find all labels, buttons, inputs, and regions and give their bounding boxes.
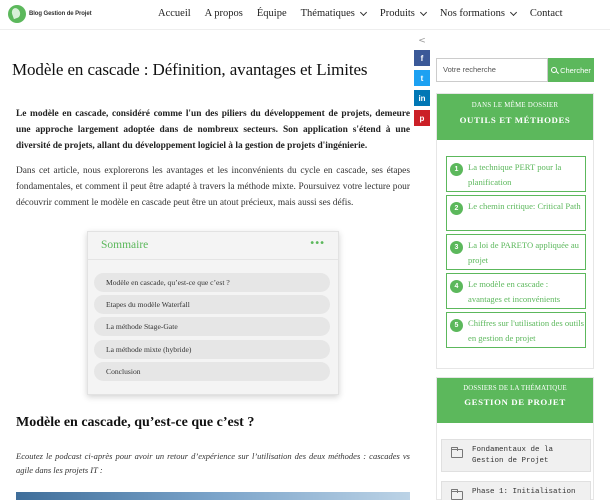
linkedin-share-button[interactable]: in [414,90,430,106]
logo-text: Blog Gestion de Projet [29,11,92,17]
pinterest-icon: p [419,113,425,123]
toc-item[interactable]: Modèle en cascade, qu’est-ce que c’est ? [94,273,330,292]
pinterest-share-button[interactable]: p [414,110,430,126]
nav-label: Produits [379,8,415,19]
item-number: 4 [450,280,463,293]
facebook-icon: f [420,53,424,63]
nav-thematiques[interactable]: Thématiques [300,8,367,19]
nav-label: Accueil [158,8,191,19]
nav-contact[interactable]: Contact [530,8,563,19]
toc-item[interactable]: La méthode Stage-Gate [94,317,330,336]
same-dossier-widget: DANS LE MÊME DOSSIER OUTILS ET MÉTHODES … [436,93,594,369]
theme-dossier-label: Fondamentaux de la Gestion de Projet [472,446,554,465]
item-number: 5 [450,319,463,332]
dossier-item-link[interactable]: Chiffres sur l'utilisation des outils en… [468,316,584,346]
toc-item[interactable]: La méthode mixte (hybride) [94,340,330,359]
theme-subtitle: DOSSIERS DE LA THÉMATIQUE [463,385,567,392]
nav-label: Thématiques [300,8,355,19]
nav-produits[interactable]: Produits [379,8,427,19]
nav-label: Nos formations [439,8,505,19]
nav-label: A propos [204,8,243,19]
search-icon [551,67,558,73]
dossier-item[interactable]: 2 Le chemin critique: Critical Path [446,195,586,231]
facebook-share-button[interactable]: f [414,50,430,66]
chevron-down-icon [419,8,427,16]
toc-item[interactable]: Etapes du modèle Waterfall [94,295,330,314]
dossier-item-link[interactable]: La technique PERT pour la planification [468,160,584,190]
podcast-text: Ecoutez le podcast ci-après pour avoir u… [16,451,410,475]
dossier-item[interactable]: 3 La loi de PARETO appliquée au projet [446,234,586,270]
theme-title: GESTION DE PROJET [464,397,566,407]
nav-a-propos[interactable]: A propos [205,8,243,19]
dossier-item[interactable]: 1 La technique PERT pour la planificatio… [446,156,586,192]
folder-icon [450,446,463,458]
section-heading: Modèle en cascade, qu’est-ce que c’est ? [16,415,255,430]
dossier-item-link[interactable]: La loi de PARETO appliquée au projet [468,238,584,268]
dossier-item[interactable]: 5 Chiffres sur l'utilisation des outils … [446,312,586,348]
chevron-down-icon [359,8,367,16]
nav-label: Contact [529,8,563,19]
article-paragraph: Dans cet article, nous explorerons les a… [16,166,410,208]
main-nav: Accueil A propos Équipe Thématiques Prod… [158,8,577,19]
nav-nos-formations[interactable]: Nos formations [439,8,517,19]
dossier-title: OUTILS ET MÉTHODES [459,115,571,125]
dossier-item[interactable]: 4 Le modèle en cascade : avantages et in… [446,273,586,309]
item-number: 1 [450,163,463,176]
article-intro: Le modèle en cascade, considéré comme l'… [16,109,410,151]
item-number: 3 [450,241,463,254]
podcast-player-image[interactable] [16,492,410,500]
dossier-header: DANS LE MÊME DOSSIER OUTILS ET MÉTHODES [437,94,593,140]
search-button-label: Chercher [560,65,591,75]
site-header: Blog Gestion de Projet Accueil A propos … [0,0,610,30]
toc-menu-icon[interactable]: ••• [309,238,325,249]
search-input[interactable]: Votre recherche [436,58,548,82]
page-title: Modèle en cascade : Définition, avantage… [12,60,368,79]
nav-equipe[interactable]: Équipe [257,8,287,19]
twitter-share-button[interactable]: t [414,70,430,86]
table-of-contents: Sommaire ••• Modèle en cascade, qu’est-c… [87,231,339,395]
folder-icon [450,488,463,500]
site-logo[interactable]: Blog Gestion de Projet [8,5,92,23]
item-number: 2 [450,202,463,215]
nav-accueil[interactable]: Accueil [158,8,191,19]
search-button[interactable]: Chercher [548,58,594,82]
linkedin-icon: in [418,93,426,103]
share-bar: < f t in p [414,36,430,126]
theme-dossier-item[interactable]: Fondamentaux de la Gestion de Projet [441,439,591,472]
twitter-icon: t [420,73,424,83]
theme-dossiers-widget: DOSSIERS DE LA THÉMATIQUE GESTION DE PRO… [436,377,594,500]
leaf-logo-icon [8,5,26,23]
toc-item[interactable]: Conclusion [94,362,330,381]
theme-header: DOSSIERS DE LA THÉMATIQUE GESTION DE PRO… [437,378,593,423]
nav-label: Équipe [256,8,287,19]
toc-header[interactable]: Sommaire ••• [88,232,338,260]
dossier-item-link[interactable]: Le modèle en cascade : avantages et inco… [468,277,584,307]
toc-title: Sommaire [101,239,149,251]
share-icon: < [418,36,426,46]
dossier-subtitle: DANS LE MÊME DOSSIER [471,102,559,109]
dossier-item-link[interactable]: Le chemin critique: Critical Path [468,199,584,214]
theme-dossier-item[interactable]: Phase 1: Initialisation [441,481,591,500]
chevron-down-icon [509,8,517,16]
theme-dossier-label: Phase 1: Initialisation [472,488,576,496]
